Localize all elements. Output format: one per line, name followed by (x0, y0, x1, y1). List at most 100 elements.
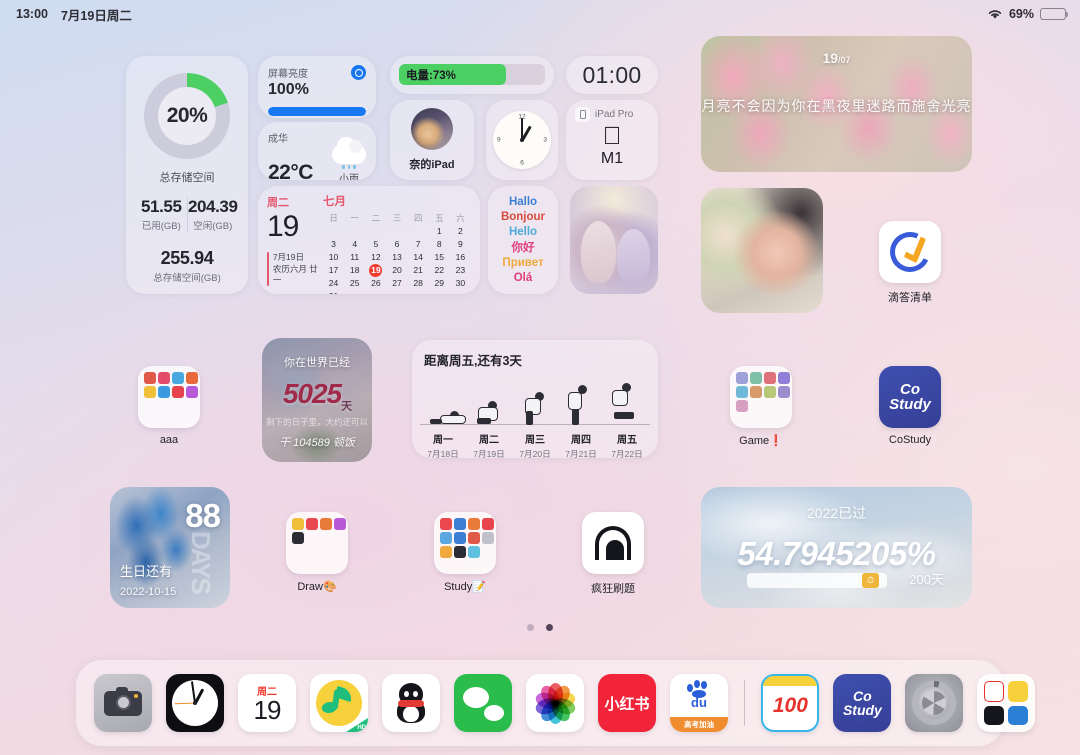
folder-mini-icon-5 (453, 531, 466, 544)
app-draw[interactable]: Draw🎨 (274, 512, 360, 593)
calendar-day-cell[interactable]: 30 (450, 277, 471, 289)
calendar-day-cell[interactable]: 26 (365, 277, 386, 289)
calendar-day-cell[interactable]: 3 (323, 238, 344, 250)
dock-costudy-icon[interactable]: Co Study (833, 674, 892, 732)
calendar-day-cell[interactable]: 28 (408, 277, 429, 289)
costudy-icon[interactable]: Co Study (879, 366, 941, 428)
calendar-date-footer: 7月19日 农历六月 廿一 (267, 252, 321, 286)
weather-widget[interactable]: 成华 22°C 小雨 (258, 122, 376, 180)
folder-mini-icon-2 (763, 371, 776, 384)
page-dots[interactable] (0, 624, 1080, 631)
dock-zuoyebang-icon[interactable]: 100 (761, 674, 820, 732)
calendar-day-cell[interactable]: 18 (344, 264, 365, 276)
dock-settings-icon[interactable] (905, 674, 964, 732)
dock-xiaohongshu-icon[interactable]: 小红书 (598, 674, 656, 732)
calendar-day-cell[interactable]: 29 (429, 277, 450, 289)
device-info-widget[interactable]: iPad Pro  M1 (566, 100, 658, 180)
folder-mini-icon-3 (778, 371, 791, 384)
folder-mini-icon-6 (171, 385, 184, 398)
app-study[interactable]: Study📝 (422, 512, 508, 593)
brightness-slider[interactable] (268, 107, 366, 116)
arch-shape (595, 526, 631, 560)
app-shuati[interactable]: 疯狂刷题 (570, 512, 656, 596)
calendar-day-cell[interactable]: 17 (323, 264, 344, 276)
folder-icon-game[interactable] (730, 366, 792, 428)
calendar-day-cell[interactable]: 14 (408, 251, 429, 263)
clock-number-3: 3 (543, 136, 547, 144)
calendar-day-cell[interactable]: 9 (450, 238, 471, 250)
linabell-photo-image (701, 188, 823, 313)
digital-clock-widget[interactable]: 01:00 (566, 56, 658, 94)
year-progress-marker: ⏱ (862, 573, 880, 588)
calendar-day-cell[interactable]: 24 (323, 277, 344, 289)
calendar-day-cell[interactable]: 7 (408, 238, 429, 250)
dock-baidu-icon[interactable]: du 高考加油 (670, 674, 728, 732)
folder-mini-icon-5 (749, 385, 762, 398)
dock-qq-icon[interactable] (382, 674, 440, 732)
dock-wechat-icon[interactable] (454, 674, 512, 732)
calendar-day-cell[interactable]: 1 (429, 225, 450, 237)
dock-calendar-day: 19 (253, 695, 282, 725)
calendar-day-cell[interactable]: 8 (429, 238, 450, 250)
birthday-countdown-widget[interactable]: 88 DAYS 生日还有 2022-10-15 (110, 487, 230, 608)
calendar-widget[interactable]: 周二 19 7月19日 农历六月 廿一 七月 日一二三四五六1234567891… (258, 186, 480, 294)
calendar-day-cell[interactable]: 23 (450, 264, 471, 276)
folder-icon-draw[interactable] (286, 512, 348, 574)
page-dot-1[interactable] (546, 624, 553, 631)
storage-free-value: 204.39 (187, 197, 238, 216)
greeting-line-5: Olá (513, 272, 533, 284)
storage-used-value: 51.55 (140, 197, 182, 216)
calendar-day-cell[interactable]: 4 (344, 238, 365, 250)
app-game[interactable]: Game❗ (718, 366, 804, 447)
calendar-day-cell[interactable]: 6 (386, 238, 407, 250)
greetings-widget[interactable]: Hallo Bonjour Hello 你好 Привет Olá (488, 186, 558, 294)
app-ticktick[interactable]: 滴答清单 (867, 221, 953, 305)
calendar-day-cell[interactable]: 20 (386, 264, 407, 276)
folder-icon-aaa[interactable] (138, 366, 200, 428)
dock-photos-icon[interactable] (526, 674, 584, 732)
app-costudy[interactable]: Co Study CoStudy (867, 366, 953, 446)
calendar-day-cell[interactable]: 25 (344, 277, 365, 289)
page-dot-0[interactable] (527, 624, 534, 631)
dock-separator (744, 680, 746, 726)
analog-clock-widget[interactable]: 12 3 6 9 (486, 100, 558, 180)
calendar-day-cell[interactable]: 12 (365, 251, 386, 263)
app-aaa[interactable]: aaa (126, 366, 212, 446)
calendar-day-cell[interactable]: 27 (386, 277, 407, 289)
calendar-day-cell[interactable]: 13 (386, 251, 407, 263)
calendar-day-cell[interactable]: 5 (365, 238, 386, 250)
storage-widget[interactable]: 20% 总存储空间 51.55 已用(GB) 204.39 空闲(GB) 255… (126, 56, 248, 294)
storage-title: 总存储空间 (159, 172, 215, 184)
battery-bar-widget[interactable]: 电量:73% (390, 56, 554, 94)
bunny-photo-widget[interactable] (570, 186, 658, 294)
year-progress-widget[interactable]: 2022已过 54.7945205% ⏱ 200天 (701, 487, 972, 608)
brightness-widget[interactable]: 屏幕亮度 100% (258, 56, 376, 118)
dock-calendar-icon[interactable]: 周二 19 (238, 674, 296, 732)
app-label-game: Game❗ (739, 435, 783, 447)
device-name-widget[interactable]: 奈的iPad (390, 100, 474, 180)
arch-icon[interactable] (582, 512, 644, 574)
dock-camera-icon[interactable] (94, 674, 152, 732)
week-countdown-widget[interactable]: 距离周五,还有3天 周一 7月18日 周二 7月19日 周三 7月20日 周四 7月21日 周五… (412, 340, 658, 458)
person-figure (474, 381, 504, 424)
calendar-day-cell[interactable]: 16 (450, 251, 471, 263)
calendar-day-cell[interactable]: 11 (344, 251, 365, 263)
calendar-day-cell[interactable]: 31 (323, 290, 344, 294)
calendar-grid[interactable]: 日一二三四五六 1 2 3 4 5 6 7 8 9 10 11 12 13 14 15 16 17 18 19 20 21… (323, 212, 471, 294)
folder-mini-icon-1 (453, 517, 466, 530)
calendar-day-cell[interactable]: 10 (323, 251, 344, 263)
storage-donut-wrap: 20% (136, 73, 238, 159)
calendar-day-cell[interactable]: 21 (408, 264, 429, 276)
folder-icon-study[interactable] (434, 512, 496, 574)
calendar-day-cell[interactable]: 2 (450, 225, 471, 237)
calendar-day-cell[interactable]: 22 (429, 264, 450, 276)
life-days-widget[interactable]: 你在世界已经 5025天 剩下的日子里，大约还可以 干 104589 顿饭 (262, 338, 372, 462)
dock-clock-icon[interactable] (166, 674, 224, 732)
ticktick-icon[interactable] (879, 221, 941, 283)
linabell-photo-widget[interactable] (701, 188, 823, 313)
tulip-quote-widget[interactable]: 19/07 月亮不会因为你在黑夜里迷路而施舍光亮 (701, 36, 972, 172)
calendar-day-cell[interactable]: 15 (429, 251, 450, 263)
calendar-today-cell[interactable]: 19 (365, 263, 386, 277)
dock-recent-apps-folder[interactable] (977, 674, 1036, 732)
dock-qq-music-icon[interactable]: HD (310, 674, 368, 732)
